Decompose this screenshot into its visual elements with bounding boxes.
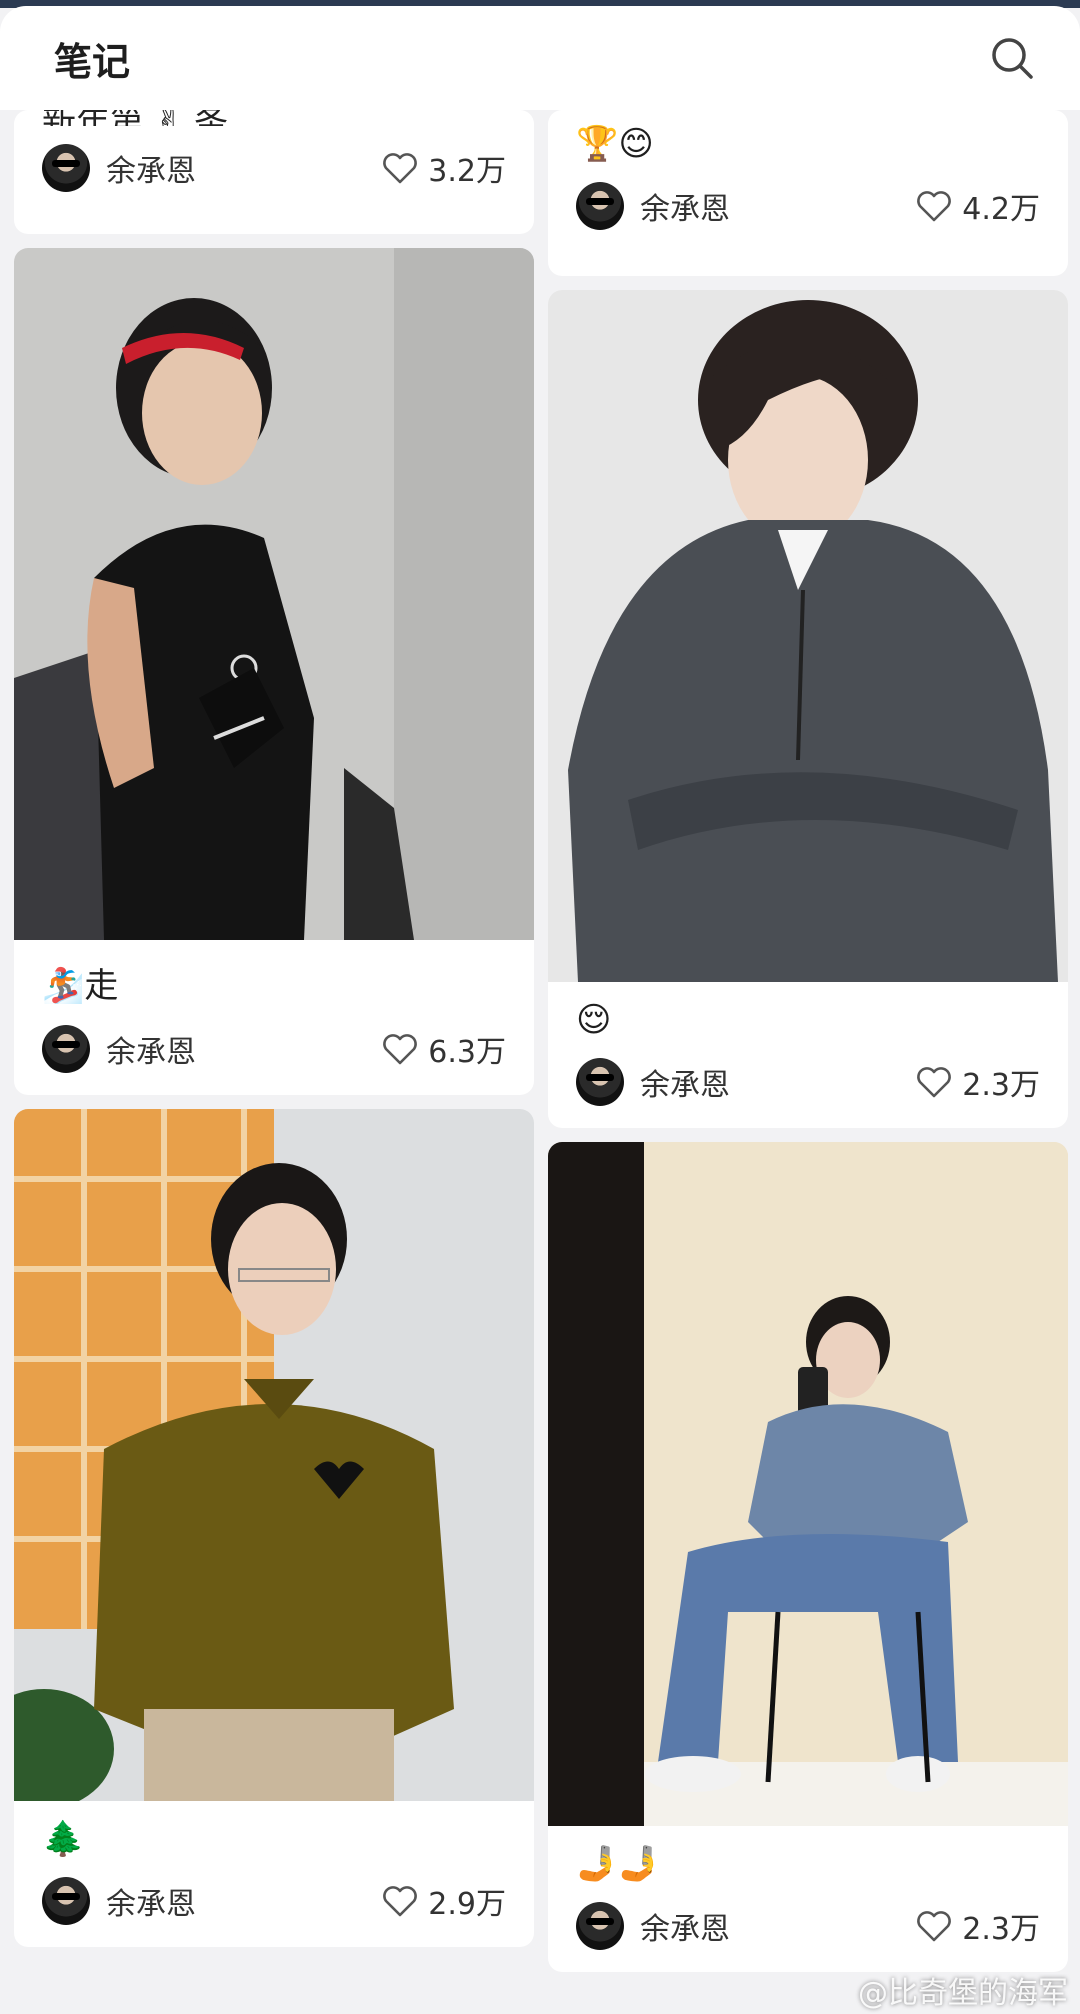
watermark: @比奇堡的海军 <box>858 1976 1068 2011</box>
note-author[interactable]: 余承恩 <box>42 1025 196 1073</box>
avatar <box>42 1025 90 1073</box>
note-photo[interactable] <box>14 248 534 940</box>
note-author[interactable]: 余承恩 <box>42 1877 196 1925</box>
like-button[interactable]: 2.3万 <box>916 1904 1040 1948</box>
author-name: 余承恩 <box>106 1887 196 1922</box>
author-name: 余承恩 <box>106 1035 196 1070</box>
like-button[interactable]: 4.2万 <box>916 184 1040 228</box>
avatar <box>42 144 90 192</box>
note-author[interactable]: 余承恩 <box>576 1902 730 1950</box>
author-name: 余承恩 <box>106 154 196 189</box>
note-author[interactable]: 余承恩 <box>42 144 196 192</box>
note-title: 新年第 ✌ 条 <box>14 110 534 126</box>
feed-column-left: 新年第 ✌ 条 余承恩 3.2万 <box>14 110 534 1961</box>
note-card[interactable]: 🌲 余承恩 2.9万 <box>14 1109 534 1947</box>
like-button[interactable]: 2.9万 <box>382 1879 506 1923</box>
avatar <box>576 182 624 230</box>
search-icon[interactable] <box>988 34 1036 82</box>
like-button[interactable]: 6.3万 <box>382 1027 506 1071</box>
note-card[interactable]: 新年第 ✌ 条 余承恩 3.2万 <box>14 110 534 234</box>
avatar <box>42 1877 90 1925</box>
note-card[interactable]: 🏂走 余承恩 6.3万 <box>14 248 534 1095</box>
photo-man-olive-sweater <box>14 1109 534 1801</box>
note-card[interactable]: 😌 余承恩 2.3万 <box>548 290 1068 1128</box>
note-card[interactable]: 🏆😊 余承恩 4.2万 <box>548 110 1068 276</box>
avatar <box>576 1058 624 1106</box>
note-title: 🏂走 <box>42 966 119 1006</box>
heart-icon <box>917 1067 952 1098</box>
like-count: 6.3万 <box>428 1035 506 1070</box>
app-header: 笔记 <box>0 6 1080 110</box>
page-title: 笔记 <box>54 39 131 84</box>
note-author[interactable]: 余承恩 <box>576 1058 730 1106</box>
note-author[interactable]: 余承恩 <box>576 182 730 230</box>
avatar <box>576 1902 624 1950</box>
note-title: 🤳🤳 <box>576 1844 661 1884</box>
photo-man-black-tank <box>14 248 534 940</box>
photo-man-grey-fleece <box>548 290 1068 982</box>
feed-column-right: 🏆😊 余承恩 4.2万 😌 余承恩 2.3万 🤳🤳 余承恩 2.3万 <box>548 110 1068 1986</box>
photo-man-selfie-chair <box>548 1142 1068 1826</box>
author-name: 余承恩 <box>640 1068 730 1103</box>
note-photo[interactable] <box>548 290 1068 982</box>
like-button[interactable]: 2.3万 <box>916 1060 1040 1104</box>
note-photo[interactable] <box>548 1142 1068 1826</box>
author-name: 余承恩 <box>640 192 730 227</box>
note-photo[interactable] <box>14 1109 534 1801</box>
like-count: 3.2万 <box>428 154 506 189</box>
like-count: 2.9万 <box>428 1887 506 1922</box>
heart-icon <box>383 153 418 184</box>
note-title: 😌 <box>576 1000 612 1040</box>
author-name: 余承恩 <box>640 1912 730 1947</box>
heart-icon <box>917 1911 952 1942</box>
like-count: 4.2万 <box>962 192 1040 227</box>
heart-icon <box>383 1034 418 1065</box>
note-title: 🌲 <box>42 1819 85 1859</box>
like-count: 2.3万 <box>962 1912 1040 1947</box>
note-title: 🏆😊 <box>576 124 654 164</box>
heart-icon <box>917 191 952 222</box>
heart-icon <box>383 1886 418 1917</box>
like-button[interactable]: 3.2万 <box>382 146 506 190</box>
note-card[interactable]: 🤳🤳 余承恩 2.3万 <box>548 1142 1068 1972</box>
like-count: 2.3万 <box>962 1068 1040 1103</box>
